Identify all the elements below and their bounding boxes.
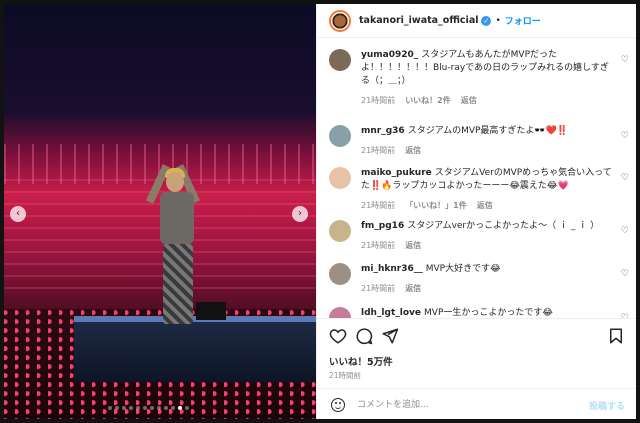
verified-badge-icon: ✓ xyxy=(481,15,492,26)
comment-like-heart-icon[interactable]: ♡ xyxy=(621,173,629,183)
performer xyxy=(145,164,206,324)
like-count[interactable]: いいね！5万件 xyxy=(329,354,393,368)
carousel-dot xyxy=(150,406,154,410)
stage xyxy=(74,322,316,382)
comment-meta: 21時間前 「いいね！」1件 返信 xyxy=(361,199,613,212)
commenter-username[interactable]: yuma0920_ xyxy=(361,50,418,60)
comment-text: MVP一生かっこよかったです😂 xyxy=(424,308,553,318)
comment-body: ldh_lgt_love MVP一生かっこよかったです😂 xyxy=(361,307,613,318)
comment-meta: 21時間前 返信 xyxy=(361,144,613,157)
reply-button[interactable]: 返信 xyxy=(477,199,493,212)
comment-time: 21時間前 xyxy=(361,284,396,293)
comment-meta: 21時間前 返信 xyxy=(361,239,613,252)
emoji-icon[interactable] xyxy=(331,398,345,412)
carousel-dot xyxy=(178,406,182,410)
action-bar xyxy=(317,318,636,348)
share-icon[interactable] xyxy=(381,327,399,345)
comment-text: スタジアムverかっこよかったよ〜（ ｉ _ ｉ ） xyxy=(407,221,600,231)
performer-head xyxy=(166,172,184,192)
reply-button[interactable]: 返信 xyxy=(405,144,421,157)
carousel-next-button[interactable]: › xyxy=(292,206,308,222)
carousel-dot xyxy=(171,406,175,410)
comment-text: スタジアムのMVP最高すぎたよ🕶️❤️‼️ xyxy=(407,126,569,136)
post-timestamp: 21時間前 xyxy=(329,371,362,380)
comment-like-count[interactable]: 「いいね！」1件 xyxy=(405,199,467,212)
comments-list[interactable]: yuma0920_ スタジアムもあんたがMVPだったよ！！！！！！！Blu-ray… xyxy=(317,39,636,318)
comment-like-heart-icon[interactable]: ♡ xyxy=(621,55,629,65)
comment-time: 21時間前 xyxy=(361,146,396,155)
commenter-avatar[interactable] xyxy=(329,167,351,189)
post-side-panel: takanori_iwata_official ✓ • フォロー yuma092… xyxy=(316,4,636,419)
commenter-username[interactable]: mnr_g36 xyxy=(361,126,405,136)
carousel-dot xyxy=(129,406,133,410)
comment-body: fm_pg16 スタジアムverかっこよかったよ〜（ ｉ _ ｉ ） 21時間前 返信 xyxy=(361,220,613,252)
comment-icon[interactable] xyxy=(355,327,373,345)
carousel-indicator xyxy=(108,406,189,410)
author-avatar[interactable] xyxy=(329,9,351,32)
follow-button[interactable]: フォロー xyxy=(505,14,541,27)
commenter-username[interactable]: maiko_pukure xyxy=(361,168,432,178)
comment-text: MVP大好きです😂 xyxy=(425,264,501,274)
like-heart-icon[interactable] xyxy=(329,327,347,345)
carousel-dot xyxy=(122,406,126,410)
carousel-dot xyxy=(164,406,168,410)
comment-time: 21時間前 xyxy=(361,96,396,105)
commenter-avatar[interactable] xyxy=(329,307,351,318)
post-header: takanori_iwata_official ✓ • フォロー xyxy=(317,4,636,38)
author-username[interactable]: takanori_iwata_official xyxy=(359,15,478,26)
comment-body: yuma0920_ スタジアムもあんたがMVPだったよ！！！！！！！Blu-ray… xyxy=(361,49,613,107)
carousel-dot xyxy=(115,406,119,410)
comment-time: 21時間前 xyxy=(361,241,396,250)
bookmark-icon[interactable] xyxy=(607,327,625,345)
comment-like-count[interactable]: いいね！2件 xyxy=(405,94,451,107)
comment-body: mnr_g36 スタジアムのMVP最高すぎたよ🕶️❤️‼️ 21時間前 返信 xyxy=(361,125,613,157)
carousel-dot xyxy=(143,406,147,410)
reply-button[interactable]: 返信 xyxy=(461,94,477,107)
commenter-avatar[interactable] xyxy=(329,263,351,285)
post-comment-button[interactable]: 投稿する xyxy=(589,399,625,412)
carousel-dot xyxy=(157,406,161,410)
commenter-avatar[interactable] xyxy=(329,125,351,147)
comment-meta: 21時間前 返信 xyxy=(361,282,613,295)
carousel-dot xyxy=(136,406,140,410)
comment-meta: 21時間前 いいね！2件 返信 xyxy=(361,94,613,107)
carousel-dot xyxy=(185,406,189,410)
comment-body: mi_hknr36__ MVP大好きです😂 21時間前 返信 xyxy=(361,263,613,295)
post-modal: ‹ › takanori_iwata_official ✓ • フォロー yum… xyxy=(4,4,636,419)
header-separator: • xyxy=(495,15,501,26)
commenter-avatar[interactable] xyxy=(329,220,351,242)
commenter-username[interactable]: fm_pg16 xyxy=(361,221,404,231)
comment-body: maiko_pukure スタジアムVerのMVPめっちゃ気合い入ってた‼️🔥ラッ… xyxy=(361,167,613,212)
commenter-avatar[interactable] xyxy=(329,49,351,71)
performer-torso xyxy=(160,192,194,244)
comment-like-heart-icon[interactable]: ♡ xyxy=(621,269,629,279)
screenshot-frame: ‹ › takanori_iwata_official ✓ • フォロー yum… xyxy=(0,0,640,423)
commenter-username[interactable]: ldh_lgt_love xyxy=(361,308,421,318)
performer-legs xyxy=(163,244,193,324)
comment-like-heart-icon[interactable]: ♡ xyxy=(621,226,629,236)
comment-time: 21時間前 xyxy=(361,201,396,210)
comment-input[interactable] xyxy=(357,397,577,413)
comment-like-heart-icon[interactable]: ♡ xyxy=(621,131,629,141)
reply-button[interactable]: 返信 xyxy=(405,239,421,252)
carousel-dot xyxy=(108,406,112,410)
commenter-username[interactable]: mi_hknr36__ xyxy=(361,264,423,274)
carousel-prev-button[interactable]: ‹ xyxy=(10,206,26,222)
post-photo[interactable]: ‹ › xyxy=(4,4,316,419)
reply-button[interactable]: 返信 xyxy=(405,282,421,295)
comment-composer: 投稿する xyxy=(317,388,636,419)
